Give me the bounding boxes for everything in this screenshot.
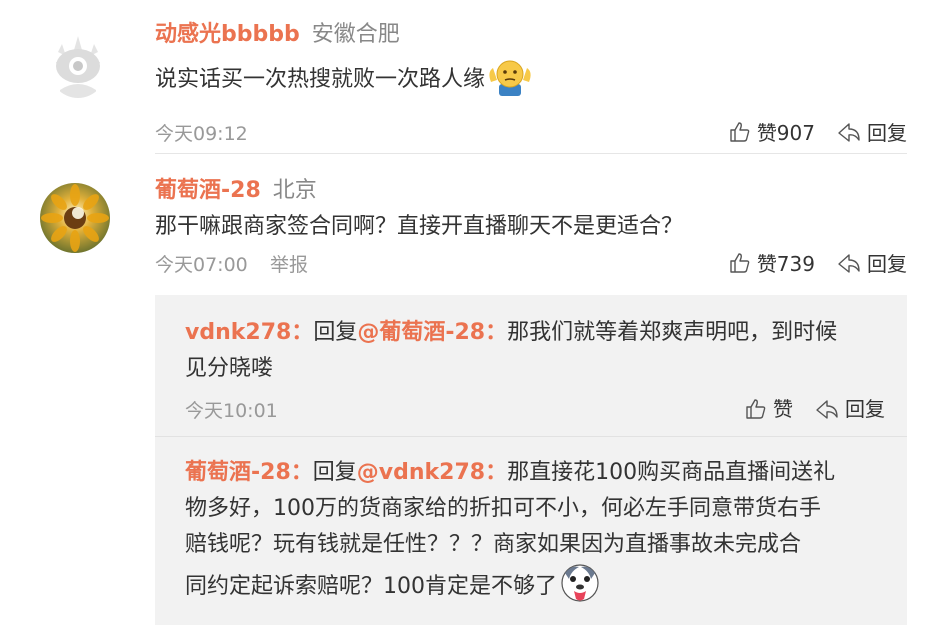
reply-target-mention[interactable]: @葡萄酒-28： (357, 320, 507, 345)
reply-time: 今天10:01 (185, 400, 278, 422)
reply-text-continued: 见分晓喽 (185, 356, 274, 381)
reply-author[interactable]: 葡萄酒-28： (185, 460, 313, 485)
reply-thread: vdnk278：回复@葡萄酒-28：那我们就等着郑爽声明吧，到时候 见分晓喽 今… (155, 295, 907, 625)
reply-arrow-icon (838, 122, 860, 142)
reply-divider (155, 436, 907, 437)
thumbs-up-icon (746, 399, 766, 419)
sunflower-avatar-icon (40, 183, 110, 253)
like-button[interactable]: 赞739 (729, 248, 815, 277)
comment-time: 今天09:12 (155, 123, 248, 145)
reply-text-continued: 同约定起诉索赔呢？100肯定是不够了 (185, 574, 557, 599)
like-button[interactable]: 赞 (745, 391, 793, 427)
reply-button[interactable]: 回复 (837, 117, 907, 146)
reply-button[interactable]: 回复 (837, 248, 907, 277)
reply-target-mention[interactable]: @vdnk278： (357, 460, 507, 485)
reply-prefix: 回复 (313, 320, 358, 345)
reply-text: 那我们就等着郑爽声明吧，到时候 (507, 320, 838, 345)
avatar-default-weibo[interactable] (48, 32, 108, 98)
reply-arrow-icon (838, 253, 860, 273)
avatar-sunflower[interactable] (40, 183, 110, 253)
thumbs-up-icon (730, 121, 750, 142)
reply-text-continued: 赔钱呢？玩有钱就是任性？？？商家如果因为直播事故未完成合 (185, 532, 802, 557)
report-link[interactable]: 举报 (270, 250, 308, 277)
comment-location: 北京 (272, 178, 317, 203)
comment-divider (155, 153, 907, 154)
reply-author[interactable]: vdnk278： (185, 320, 313, 345)
reply-item: 葡萄酒-28：回复@vdnk278：那直接花100购买商品直播间送礼 物多好，1… (185, 455, 885, 615)
comment-time: 今天07:00 (155, 254, 248, 276)
comment-text: 那干嘛跟商家签合同啊？直接开直播聊天不是更适合？ (155, 214, 684, 239)
like-button[interactable]: 赞907 (729, 117, 815, 146)
weibo-default-avatar-icon (48, 32, 108, 98)
comment-username[interactable]: 动感光bbbbb (155, 22, 300, 47)
comment-item: 葡萄酒-28 北京 那干嘛跟商家签合同啊？直接开直播聊天不是更适合？ 今天07:0… (155, 174, 907, 278)
reply-button[interactable]: 回复 (815, 391, 885, 427)
comment-text: 说实话买一次热搜就败一次路人缘 (155, 58, 907, 107)
thumbs-up-icon (730, 252, 750, 273)
comment-item: 动感光bbbbb 安徽合肥 说实话买一次热搜就败一次路人缘 今天09:12 赞90… (155, 18, 907, 147)
reply-text-continued: 物多好，100万的货商家给的折扣可不小，何必左手同意带货右手 (185, 496, 821, 521)
reply-prefix: 回复 (312, 460, 357, 485)
doge-tongue-emoji-icon (557, 563, 603, 615)
reply-item: vdnk278：回复@葡萄酒-28：那我们就等着郑爽声明吧，到时候 见分晓喽 今… (185, 315, 885, 422)
reply-text: 那直接花100购买商品直播间送礼 (507, 460, 836, 485)
comment-username[interactable]: 葡萄酒-28 (155, 178, 261, 203)
reply-arrow-icon (816, 400, 838, 419)
comment-location: 安徽合肥 (311, 22, 400, 47)
shrug-emoji-icon (485, 58, 535, 107)
